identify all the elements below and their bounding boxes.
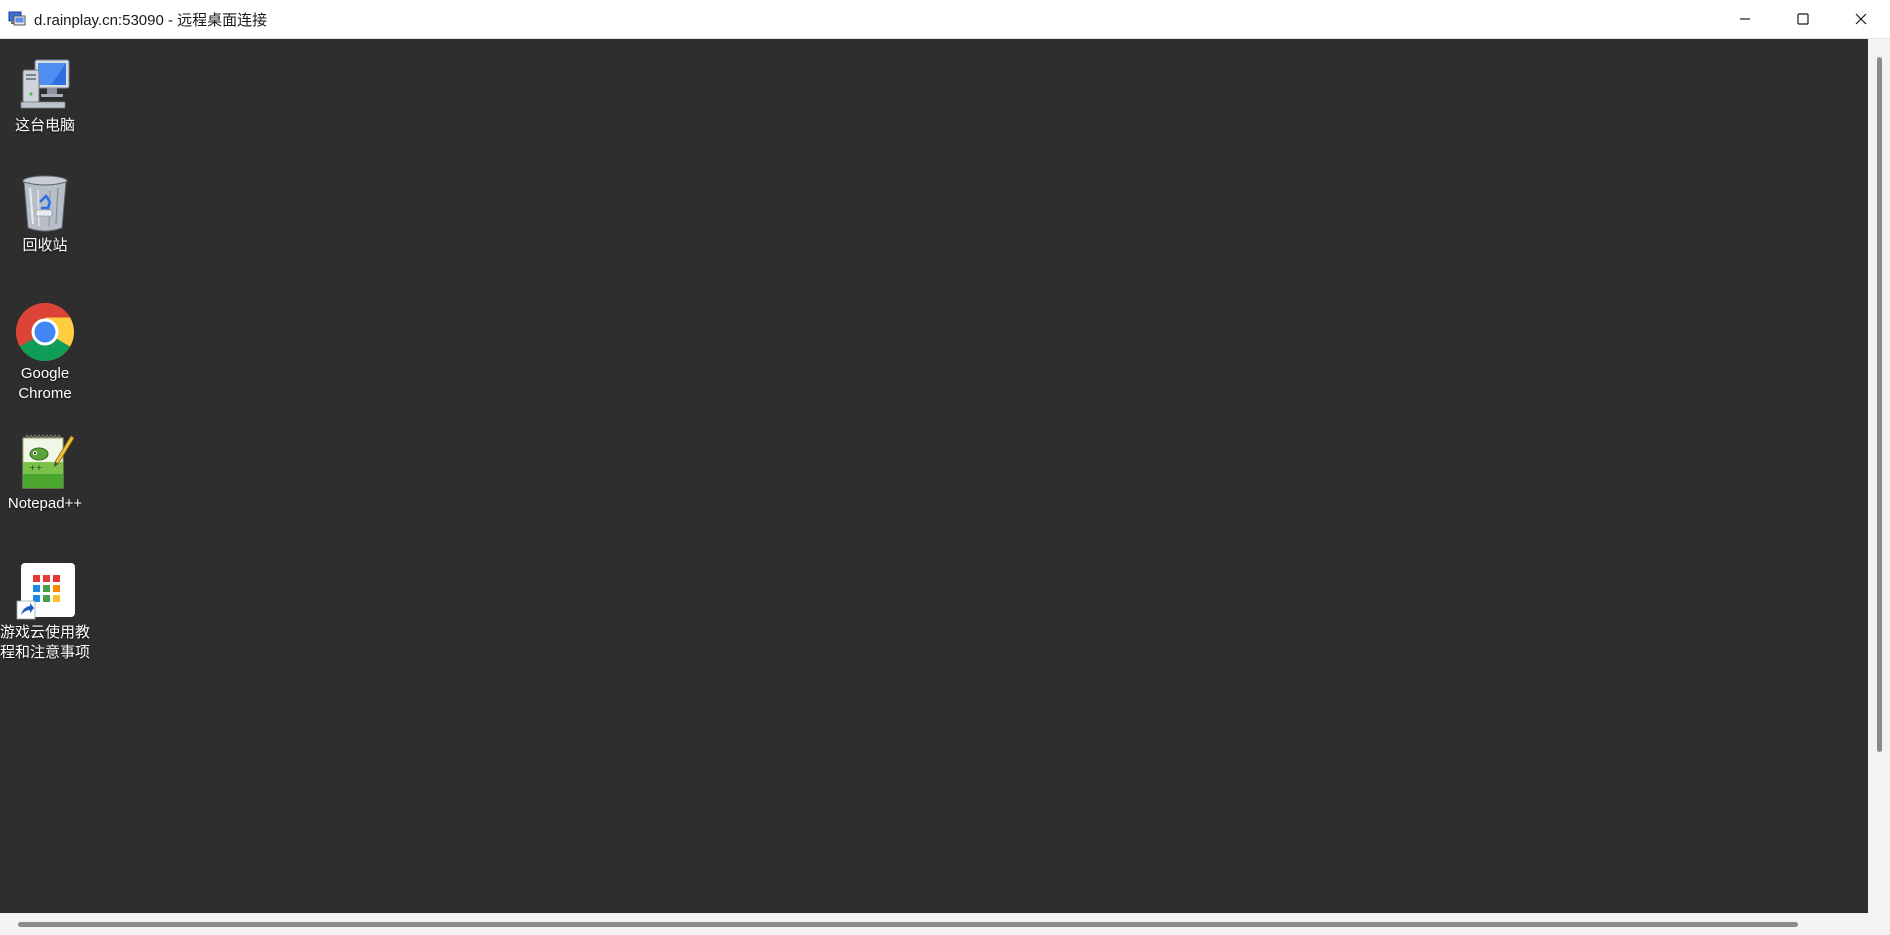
remote-desktop-icon: [8, 10, 26, 28]
desktop-icon-label: Google Chrome: [18, 365, 72, 402]
maximize-icon: [1796, 12, 1810, 26]
desktop-icon-label: Notepad++: [7, 495, 83, 512]
desktop-icon-label: 游戏云使用教 程和注意事项: [0, 624, 90, 661]
chrome-icon: [15, 302, 75, 362]
desktop-icon-google-chrome[interactable]: Google Chrome: [0, 302, 91, 404]
title-bar[interactable]: d.rainplay.cn:53090 - 远程桌面连接: [0, 0, 1890, 39]
horizontal-scrollbar-thumb[interactable]: [18, 922, 1798, 927]
recycle-bin-icon: [15, 174, 75, 234]
svg-text:++: ++: [29, 463, 42, 472]
maximize-button[interactable]: [1774, 0, 1832, 38]
close-icon: [1854, 12, 1868, 26]
desktop-icon-this-pc[interactable]: 这台电脑: [0, 54, 91, 136]
cursor-artifact: [1197, 908, 1215, 921]
remote-desktop-window: d.rainplay.cn:53090 - 远程桌面连接 这台电脑 回收站 Go…: [0, 0, 1890, 935]
computer-icon: [15, 54, 75, 114]
minimize-icon: [1738, 12, 1752, 26]
close-button[interactable]: [1832, 0, 1890, 38]
horizontal-scrollbar[interactable]: [0, 913, 1890, 935]
remote-desktop-area[interactable]: 这台电脑 回收站 Google Chrome ++ Notepad++ 游戏云使…: [0, 39, 1868, 913]
shortcut-app-grid-icon: [15, 561, 75, 621]
vertical-scrollbar-thumb[interactable]: [1877, 57, 1882, 752]
desktop-icon-recycle-bin[interactable]: 回收站: [0, 174, 91, 256]
window-title: d.rainplay.cn:53090 - 远程桌面连接: [34, 11, 268, 29]
desktop-icon-game-cloud-guide[interactable]: 游戏云使用教 程和注意事项: [0, 561, 91, 663]
notepad-plus-plus-icon: ++: [15, 432, 75, 492]
minimize-button[interactable]: [1716, 0, 1774, 38]
vertical-scrollbar[interactable]: [1868, 39, 1890, 913]
desktop-icon-notepad-plus-plus[interactable]: ++ Notepad++: [0, 432, 91, 514]
window-controls: [1716, 0, 1890, 38]
desktop-icon-label: 回收站: [22, 237, 68, 254]
desktop-icon-label: 这台电脑: [14, 117, 75, 134]
